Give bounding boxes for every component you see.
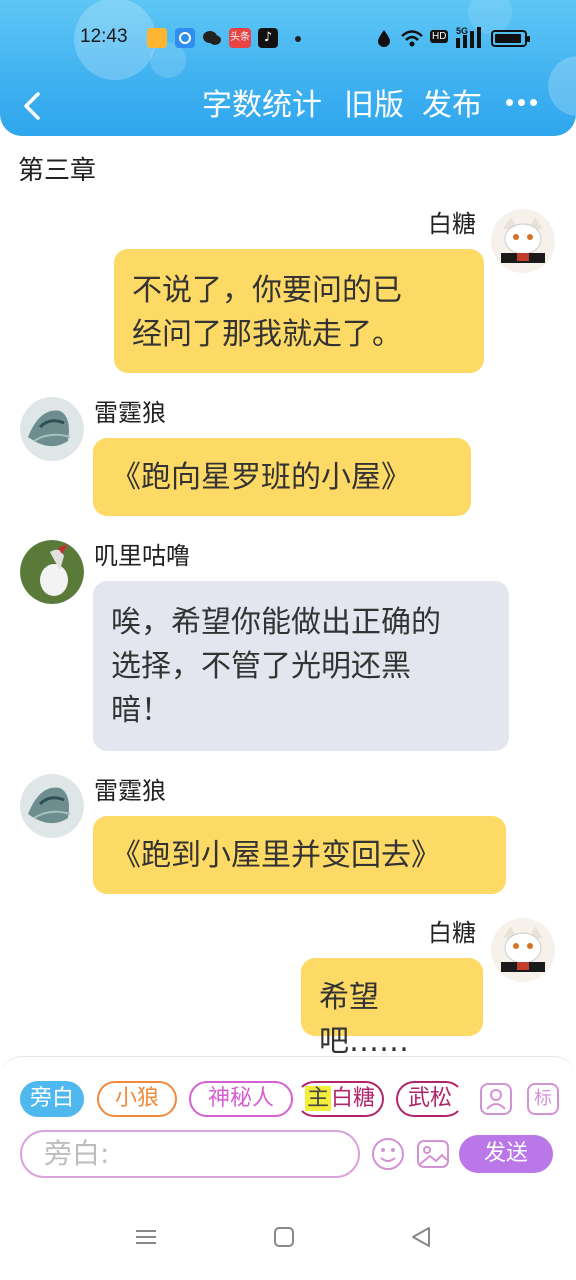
avatar-leitinglang[interactable] xyxy=(20,397,84,461)
back-triangle-icon[interactable] xyxy=(409,1225,433,1253)
wifi-icon xyxy=(400,28,424,52)
app-header: 12:43 头条 ♪ HD 5G 字数统计 旧版 发布 xyxy=(0,0,576,136)
wechat-icon xyxy=(202,28,222,48)
narration-input[interactable]: 旁白: xyxy=(20,1130,360,1178)
message-line: 唉，希望你能做出正确的 xyxy=(111,605,441,640)
role-chip-wusong[interactable]: 武松 xyxy=(396,1081,464,1117)
speaker-name: 雷霆狼 xyxy=(94,777,166,805)
speaker-name: 叽里咕噜 xyxy=(94,542,190,570)
message-line: 不说了，你要问的已 xyxy=(132,273,402,308)
role-chip-narrator[interactable]: 旁白 xyxy=(20,1081,84,1117)
avatar-baitang[interactable] xyxy=(491,209,555,273)
message-bubble[interactable]: 《跑向星罗班的小屋》 xyxy=(93,438,471,516)
5g-signal-icon: 5G xyxy=(456,26,484,54)
emoji-icon[interactable] xyxy=(371,1137,405,1171)
message-line: 希望吧…… xyxy=(319,980,409,1059)
person-icon[interactable] xyxy=(480,1083,512,1115)
chapter-title: 第三章 xyxy=(18,156,97,186)
toutiao-icon: 头条 xyxy=(229,28,251,48)
publish-button[interactable]: 发布 xyxy=(422,86,482,126)
notification-dot xyxy=(295,36,301,42)
net-type-label: 5G xyxy=(456,26,469,36)
message-bubble[interactable]: 希望吧…… xyxy=(301,958,483,1059)
avatar-jiligulu[interactable] xyxy=(20,540,84,604)
tag-icon[interactable]: 标 xyxy=(527,1083,559,1115)
message-line: 暗！ xyxy=(111,693,171,728)
message-line: 《跑向星罗班的小屋》 xyxy=(111,460,411,495)
avatar-leitinglang[interactable] xyxy=(20,774,84,838)
message-bubble[interactable]: 不说了，你要问的已 经问了那我就走了。 xyxy=(114,249,484,373)
role-chip-label: 白糖 xyxy=(331,1086,376,1111)
header-decoration xyxy=(548,56,576,116)
message-line: 《跑到小屋里并变回去》 xyxy=(111,838,441,873)
status-time: 12:43 xyxy=(80,26,128,47)
word-count-button[interactable]: 字数统计 xyxy=(202,86,322,126)
reward-app-icon xyxy=(147,28,167,48)
speaker-name: 白糖 xyxy=(428,919,476,947)
role-chip-xiaolang[interactable]: 小狼 xyxy=(97,1081,177,1117)
speaker-name: 白糖 xyxy=(428,210,476,238)
role-chip-mysterious[interactable]: 神秘人 xyxy=(189,1081,293,1117)
water-drop-icon xyxy=(376,28,392,52)
hd-icon: HD xyxy=(430,30,449,43)
speaker-name: 雷霆狼 xyxy=(94,399,166,427)
image-icon[interactable] xyxy=(416,1137,450,1171)
message-bubble[interactable]: 唉，希望你能做出正确的 选择，不管了光明还黑 暗！ xyxy=(93,581,509,751)
role-chip-baitang[interactable]: 主白糖 xyxy=(296,1081,384,1117)
avatar-baitang[interactable] xyxy=(491,918,555,982)
message-line: 经问了那我就走了。 xyxy=(132,317,402,352)
message-line: 选择，不管了光明还黑 xyxy=(111,649,411,684)
status-bar: 12:43 头条 ♪ HD 5G xyxy=(0,20,576,58)
more-icon[interactable] xyxy=(506,99,538,107)
back-arrow-icon[interactable] xyxy=(18,88,44,124)
old-version-button[interactable]: 旧版 xyxy=(344,86,404,126)
battery-icon xyxy=(491,30,530,47)
message-bubble[interactable]: 《跑到小屋里并变回去》 xyxy=(93,816,506,894)
tiktok-icon: ♪ xyxy=(258,28,278,48)
send-button[interactable]: 发送 xyxy=(459,1135,553,1173)
menu-icon[interactable] xyxy=(134,1225,158,1253)
main-role-marker: 主 xyxy=(304,1086,331,1111)
home-square-icon[interactable] xyxy=(272,1225,296,1253)
browser-app-icon xyxy=(175,28,195,48)
